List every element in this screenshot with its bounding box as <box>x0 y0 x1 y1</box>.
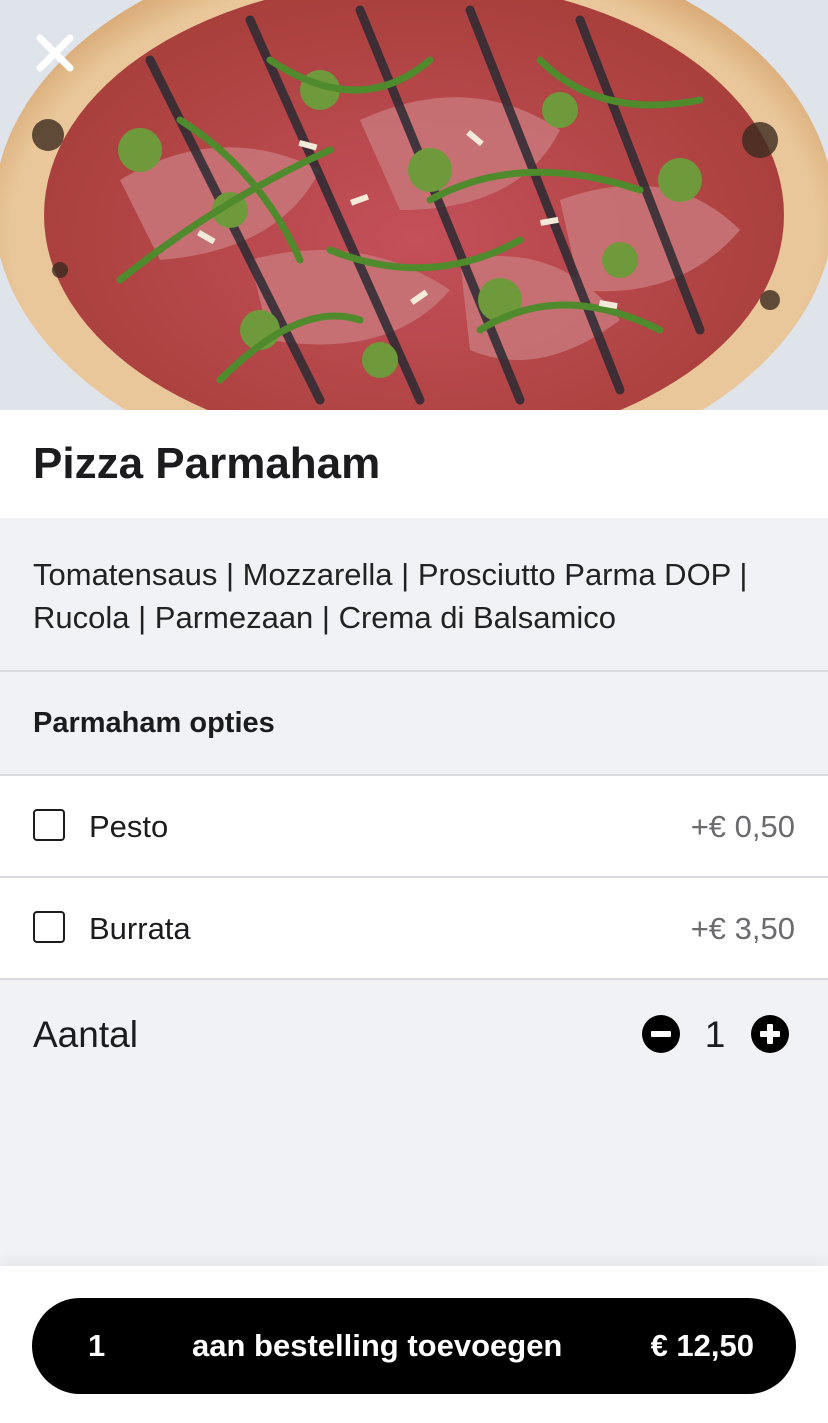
add-price: € 12,50 <box>650 1328 754 1363</box>
option-price: +€ 3,50 <box>690 911 795 946</box>
product-title: Pizza Parmaham <box>33 439 381 488</box>
quantity-label: Aantal <box>33 1014 138 1055</box>
add-label: aan bestelling toevoegen <box>192 1328 563 1363</box>
pizza-illustration <box>0 0 828 410</box>
quantity-value: 1 <box>704 1014 726 1055</box>
close-button[interactable] <box>30 28 80 78</box>
pesto-checkbox[interactable] <box>33 809 65 841</box>
add-count: 1 <box>88 1328 106 1363</box>
option-label: Pesto <box>89 809 169 844</box>
option-row-pesto[interactable]: Pesto +€ 0,50 <box>0 776 828 877</box>
decrease-quantity-button[interactable] <box>642 1015 680 1053</box>
burrata-checkbox[interactable] <box>33 911 65 943</box>
increase-quantity-button[interactable] <box>751 1015 789 1053</box>
add-to-order-button[interactable]: 1 aan bestelling toevoegen € 12,50 <box>32 1298 796 1394</box>
option-price: +€ 0,50 <box>690 809 795 844</box>
product-description: Tomatensaus | Mozzarella | Prosciutto Pa… <box>33 557 748 635</box>
close-icon <box>36 34 74 72</box>
product-image <box>0 0 828 410</box>
option-label: Burrata <box>89 911 191 946</box>
divider <box>0 978 828 980</box>
options-section-title: Parmaham opties <box>33 707 275 739</box>
divider <box>0 670 828 672</box>
option-row-burrata[interactable]: Burrata +€ 3,50 <box>0 878 828 979</box>
